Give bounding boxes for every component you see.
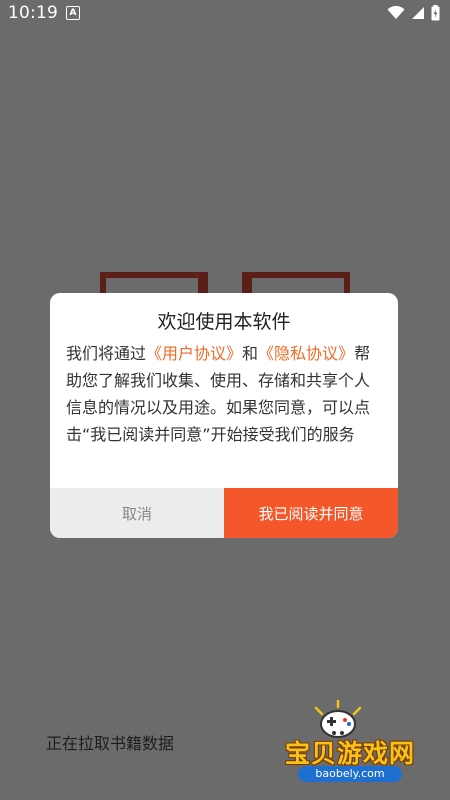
loading-status-text: 正在拉取书籍数据: [46, 734, 175, 753]
body-prefix: 我们将通过: [66, 344, 147, 363]
status-right: [387, 5, 440, 21]
signal-icon: [412, 7, 424, 19]
agree-button[interactable]: 我已阅读并同意: [224, 488, 398, 538]
status-bar: 10:19 A: [0, 0, 450, 26]
watermark-brand-text: 宝贝游戏网: [284, 739, 415, 768]
watermark-logo: 宝贝游戏网 baobely.com: [270, 700, 430, 790]
user-agreement-link[interactable]: 《用户协议》: [146, 344, 242, 363]
dialog-title: 欢迎使用本软件: [157, 311, 291, 333]
body-conjunction: 和: [242, 344, 259, 363]
cancel-button[interactable]: 取消: [50, 488, 224, 538]
privacy-policy-link[interactable]: 《隐私协议》: [258, 344, 354, 363]
dialog-body: 我们将通过《用户协议》和《隐私协议》帮助您了解我们收集、使用、存储和共享个人信息…: [66, 340, 384, 448]
status-time: 10:19: [8, 3, 58, 23]
privacy-dialog: 欢迎使用本软件 我们将通过《用户协议》和《隐私协议》帮助您了解我们收集、使用、存…: [50, 293, 398, 538]
watermark-url: baobely.com: [298, 766, 402, 782]
battery-charging-icon: [431, 5, 440, 21]
wifi-icon: [387, 6, 405, 19]
status-left: 10:19 A: [8, 3, 80, 23]
notification-icon: A: [66, 6, 80, 20]
dialog-buttons: 取消 我已阅读并同意: [50, 488, 398, 538]
